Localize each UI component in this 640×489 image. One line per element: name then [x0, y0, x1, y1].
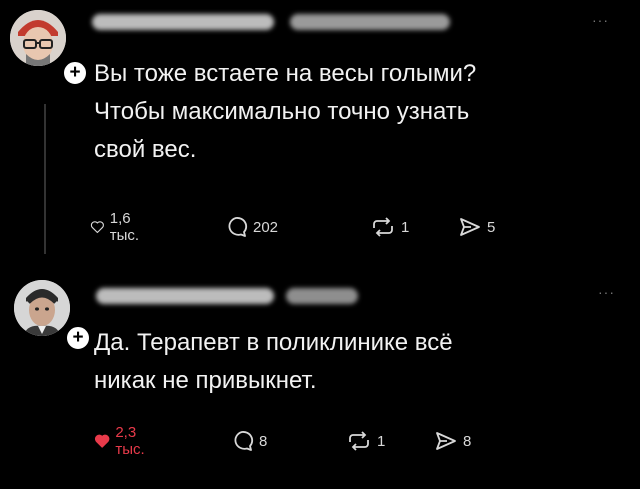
share-icon — [460, 218, 480, 236]
repost-button[interactable]: 1 — [346, 427, 385, 455]
repost-count: 1 — [377, 432, 386, 450]
post-text: Да. Терапевт в поликлинике всё никак не … — [94, 329, 453, 394]
reply-button[interactable]: 202 — [224, 213, 278, 241]
reply-count: 8 — [259, 432, 268, 450]
heart-icon — [90, 221, 104, 234]
timestamp-blurred — [286, 288, 358, 304]
comment-icon — [234, 431, 254, 451]
post-original: + ··· Вы тоже встаете на весы голыми? Чт… — [0, 0, 640, 262]
repost-icon — [349, 431, 369, 451]
post-reply: + ··· Да. Терапевт в поликлинике всё ник… — [0, 270, 640, 489]
like-button[interactable]: 2,3 тыс. — [94, 424, 152, 458]
thread-line — [44, 104, 46, 254]
reply-button[interactable]: 8 — [230, 427, 267, 455]
share-button[interactable]: 5 — [458, 213, 495, 241]
share-count: 8 — [463, 432, 472, 450]
repost-count: 1 — [401, 218, 410, 236]
avatar[interactable] — [10, 10, 66, 66]
like-button[interactable]: 1,6 тыс. — [90, 210, 146, 244]
more-options-icon[interactable]: ··· — [592, 12, 609, 28]
follow-plus-icon[interactable]: + — [65, 325, 91, 351]
like-count: 2,3 тыс. — [115, 424, 145, 458]
more-options-icon[interactable]: ··· — [598, 284, 615, 300]
repost-icon — [373, 217, 393, 237]
timestamp-blurred — [290, 14, 450, 30]
post-text: Вы тоже встаете на весы голыми? Чтобы ма… — [94, 60, 477, 163]
share-icon — [436, 432, 456, 450]
repost-button[interactable]: 1 — [370, 213, 409, 241]
follow-plus-icon[interactable]: + — [62, 60, 88, 86]
share-button[interactable]: 8 — [434, 427, 471, 455]
username-blurred[interactable] — [92, 14, 274, 30]
reply-count: 202 — [253, 218, 279, 236]
share-count: 5 — [487, 218, 496, 236]
comment-icon — [228, 217, 248, 237]
like-count: 1,6 тыс. — [109, 210, 140, 244]
username-blurred[interactable] — [96, 288, 274, 304]
heart-icon — [94, 434, 110, 448]
avatar[interactable] — [14, 280, 70, 336]
